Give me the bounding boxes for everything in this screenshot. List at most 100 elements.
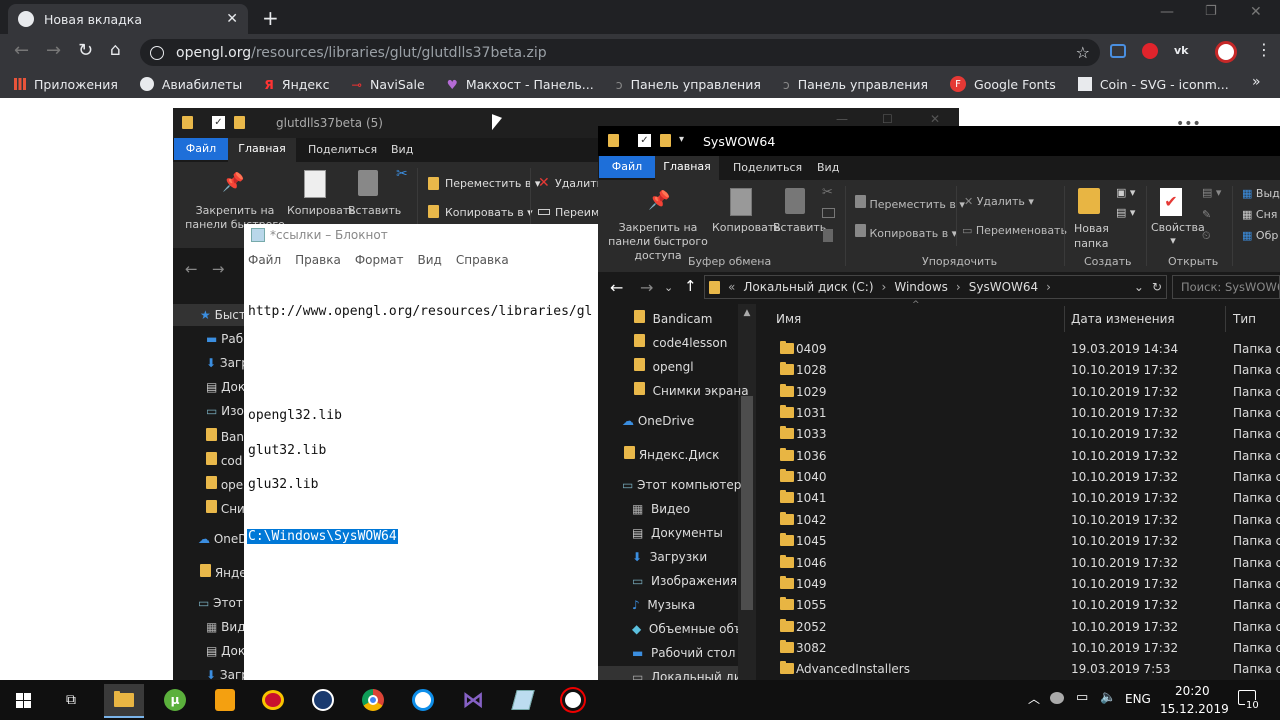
column-separator[interactable] — [1225, 306, 1226, 332]
ribbon-tab-home[interactable]: Главная — [655, 156, 719, 180]
visual-studio-icon[interactable]: ⋈ — [458, 686, 488, 714]
back-nav-item[interactable]: cod — [206, 452, 242, 468]
back-maximize[interactable]: ☐ — [882, 112, 893, 126]
open-icon[interactable]: ▤ ▾ — [1202, 186, 1221, 199]
nav-item-3d[interactable]: ◆ Объемные объе — [632, 622, 738, 636]
tray-volume-icon[interactable]: 🔈 — [1100, 690, 1116, 705]
back-copy-to[interactable]: Копировать в ▾ — [445, 206, 533, 219]
nav-item-this-pc[interactable]: ▭ Этот компьютер — [622, 478, 741, 492]
file-row[interactable]: 1046 10.10.2019 17:32 Папка с ф — [780, 553, 1280, 574]
edit-icon[interactable]: ✎ — [1202, 208, 1211, 221]
nav-item-video[interactable]: ▦ Видео — [632, 502, 690, 516]
clock-date[interactable]: 15.12.2019 — [1160, 702, 1229, 716]
back-copy-label[interactable]: Копировать — [287, 204, 356, 217]
back-minimize[interactable]: — — [836, 112, 848, 126]
bookmark-navisale[interactable]: ⊸ NaviSale — [352, 77, 425, 92]
nav-item-onedrive[interactable]: ☁ OneDrive — [622, 414, 694, 428]
back-nav-yandex[interactable]: Янде — [200, 564, 247, 580]
chrome-icon[interactable] — [358, 686, 388, 714]
file-row[interactable]: 1045 10.10.2019 17:32 Папка с ф — [780, 531, 1280, 552]
menu-view[interactable]: Вид — [418, 253, 442, 267]
back-delete[interactable]: Удалить — [555, 177, 603, 190]
close-tab-icon[interactable]: ✕ — [226, 11, 238, 27]
column-separator[interactable] — [1064, 306, 1065, 332]
star-icon[interactable]: ☆ — [1076, 43, 1090, 62]
extension-drive-icon[interactable] — [1110, 44, 1126, 58]
scissors-icon[interactable]: ✂ — [822, 185, 833, 200]
scroll-thumb[interactable] — [741, 396, 753, 610]
properties-button[interactable]: Свойства ▾ — [1151, 221, 1205, 247]
back-nav-item[interactable]: ▤ Док — [206, 380, 245, 394]
nav-item-code4lesson[interactable]: code4lesson — [634, 334, 727, 350]
bookmark-makhost[interactable]: ♥ Макхост - Панель... — [447, 77, 594, 92]
bookmark-aviabilety[interactable]: Авиабилеты — [139, 77, 242, 92]
rename-button[interactable]: ▭ Переименовать — [962, 224, 1067, 237]
nav-item-local-disk[interactable]: ▭ Локальный диск — [632, 670, 738, 680]
back-nav-item[interactable]: ▭ Изо — [206, 404, 244, 418]
copy-to-button[interactable]: Копировать в ▾ — [855, 224, 957, 240]
reload-icon[interactable]: ↻ — [78, 40, 93, 61]
back-tab-view[interactable]: Вид — [391, 143, 413, 156]
address-path[interactable]: « Локальный диск (C:) › Windows › SysWOW64… — [704, 275, 1167, 299]
teamviewer-icon[interactable] — [408, 686, 438, 714]
nav-scrollbar[interactable]: ▲ — [738, 304, 756, 680]
nav-item-pictures[interactable]: ▭ Изображения — [632, 574, 737, 588]
back-nav-item[interactable]: ⬇ Загр — [206, 356, 249, 370]
back-nav-item[interactable]: Сни — [206, 500, 245, 516]
nav-up-icon[interactable]: ↑ — [684, 277, 697, 295]
taskbar-explorer[interactable] — [104, 684, 144, 718]
vk-icon[interactable]: vk — [1174, 44, 1189, 57]
notepad-text-area[interactable]: http://www.opengl.org/resources/librarie… — [244, 270, 598, 680]
copy-button[interactable]: Копировать — [712, 221, 781, 234]
fl-studio-icon[interactable] — [210, 686, 240, 714]
minimize-button[interactable]: — — [1160, 4, 1174, 20]
back-icon[interactable]: ← — [14, 40, 29, 61]
column-date[interactable]: Дата изменения — [1071, 312, 1175, 326]
bookmark-panel-1[interactable]: ↄ Панель управления — [616, 77, 761, 92]
menu-edit[interactable]: Правка — [295, 253, 341, 267]
file-row[interactable]: 1036 10.10.2019 17:32 Папка с ф — [780, 446, 1280, 467]
back-nav-item[interactable]: ▬ Раб — [206, 332, 243, 346]
nav-item-bandicam[interactable]: Bandicam — [634, 310, 712, 326]
back-tab-file[interactable]: Файл — [174, 138, 228, 160]
bookmark-coin[interactable]: Coin - SVG - iconm... — [1077, 77, 1229, 92]
delete-button[interactable]: ✕ Удалить ▾ — [964, 195, 1034, 208]
back-nav-arrows[interactable]: ← → — [185, 260, 224, 278]
bookmark-panel-2[interactable]: ↄ Панель управления — [783, 77, 928, 92]
steam-icon[interactable] — [308, 686, 338, 714]
extension-red-icon[interactable] — [1142, 43, 1158, 59]
nav-item-screenshots[interactable]: Снимки экрана — [634, 382, 749, 398]
address-dropdown-icon[interactable]: ⌄ — [1134, 280, 1144, 294]
file-row[interactable]: 1041 10.10.2019 17:32 Папка с ф — [780, 488, 1280, 509]
back-nav-item[interactable]: ▦ Вид — [206, 620, 246, 634]
bandicam-icon[interactable] — [558, 686, 588, 714]
profile-avatar[interactable] — [1215, 41, 1237, 63]
back-tab-share[interactable]: Поделиться — [308, 143, 377, 156]
close-window-button[interactable]: ✕ — [1250, 4, 1262, 20]
paste-button[interactable]: Вставить — [773, 221, 826, 234]
copy-path-icon[interactable] — [822, 208, 835, 218]
tray-language[interactable]: ENG — [1125, 692, 1151, 706]
qa-dropdown[interactable]: ▾ — [679, 134, 684, 145]
easy-access-icon[interactable]: ▤ ▾ — [1116, 206, 1135, 219]
ribbon-tab-view[interactable]: Вид — [817, 161, 839, 174]
ribbon-tab-file[interactable]: Файл — [599, 156, 655, 178]
bookmark-yandex[interactable]: Я Яндекс — [264, 77, 329, 92]
nav-item-music[interactable]: ♪ Музыка — [632, 598, 695, 612]
notepad-taskbar-icon[interactable] — [508, 686, 538, 714]
new-tab-button[interactable]: + — [262, 6, 279, 30]
nav-item-downloads[interactable]: ⬇ Загрузки — [632, 550, 707, 564]
scissors-icon[interactable]: ✂ — [396, 166, 408, 182]
address-bar[interactable]: opengl.org /resources/libraries/glut/glu… — [140, 39, 1100, 66]
file-row[interactable]: AdvancedInstallers 19.03.2019 7:53 Папка с… — [780, 659, 1280, 680]
nav-item-yandex-disk[interactable]: Яндекс.Диск — [624, 446, 719, 462]
crumb-windows[interactable]: Windows — [894, 280, 948, 294]
back-nav-item[interactable]: ope — [206, 476, 243, 492]
new-folder-button[interactable]: Новая папка — [1074, 221, 1109, 251]
bookmarks-overflow[interactable]: » — [1252, 74, 1261, 90]
crumb-syswow64[interactable]: SysWOW64 — [969, 280, 1038, 294]
back-move-to[interactable]: Переместить в ▾ — [445, 177, 540, 190]
file-row[interactable]: 2052 10.10.2019 17:32 Папка с ф — [780, 617, 1280, 638]
back-close[interactable]: ✕ — [930, 112, 940, 126]
file-row[interactable]: 1042 10.10.2019 17:32 Папка с ф — [780, 510, 1280, 531]
